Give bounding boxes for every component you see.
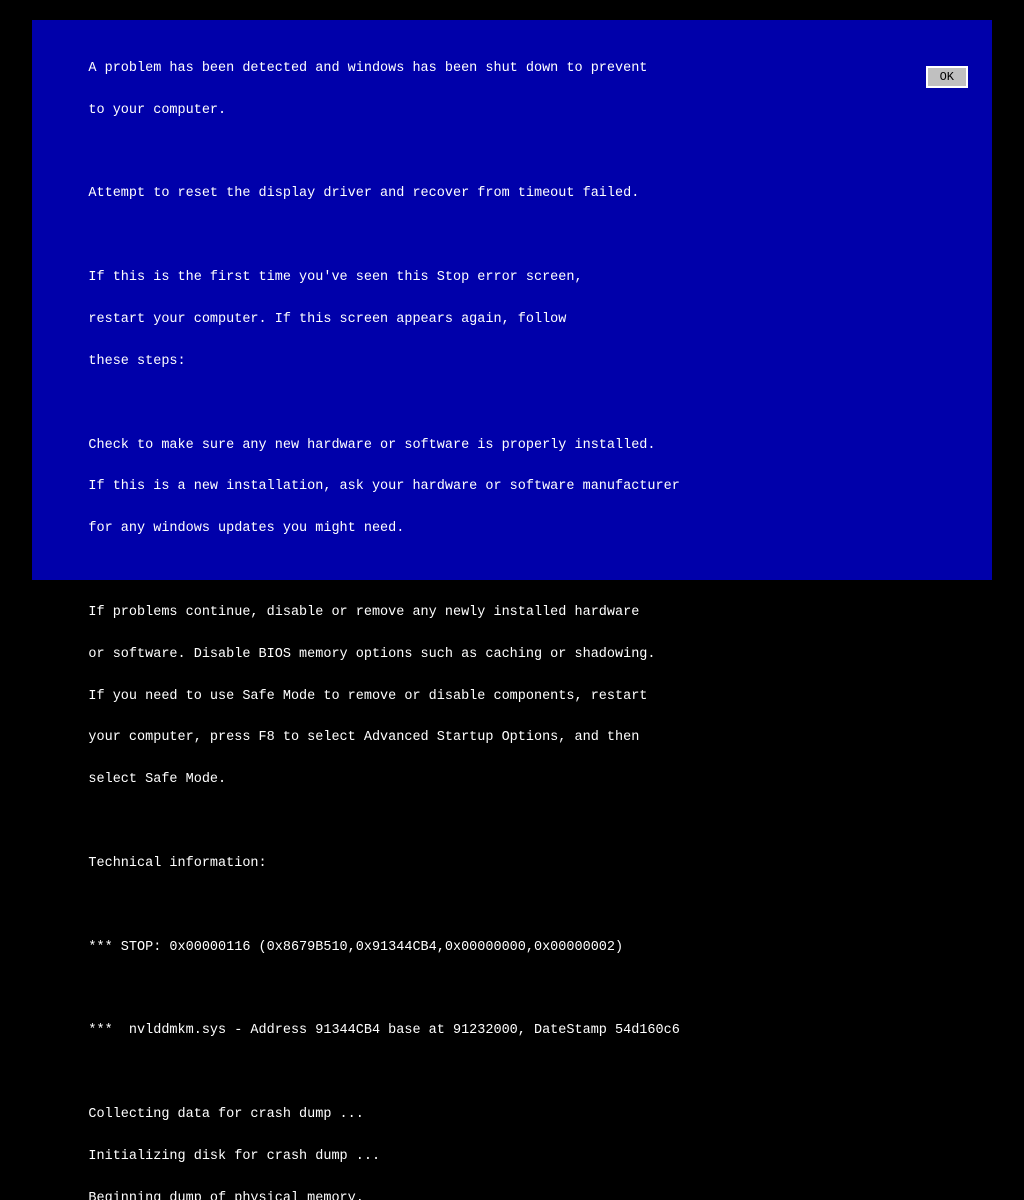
- collect3: Beginning dump of physical memory.: [88, 1191, 363, 1200]
- line2: to your computer.: [88, 103, 226, 118]
- line15: or software. Disable BIOS memory options…: [88, 647, 655, 662]
- line14: If problems continue, disable or remove …: [88, 605, 639, 620]
- line18: select Safe Mode.: [88, 772, 226, 787]
- technical-label: Technical information:: [88, 856, 266, 871]
- line16: If you need to use Safe Mode to remove o…: [88, 689, 647, 704]
- stop-line: *** STOP: 0x00000116 (0x8679B510,0x91344…: [88, 940, 623, 955]
- ok-button[interactable]: OK: [926, 66, 968, 88]
- line17: your computer, press F8 to select Advanc…: [88, 730, 639, 745]
- driver-line: *** nvlddmkm.sys - Address 91344CB4 base…: [88, 1023, 679, 1038]
- line12: for any windows updates you might need.: [88, 521, 404, 536]
- bsod-main-text: A problem has been detected and windows …: [56, 38, 968, 1200]
- line7: restart your computer. If this screen ap…: [88, 312, 566, 327]
- line4: Attempt to reset the display driver and …: [88, 186, 639, 201]
- line10: Check to make sure any new hardware or s…: [88, 438, 655, 453]
- line11: If this is a new installation, ask your …: [88, 479, 679, 494]
- collect1: Collecting data for crash dump ...: [88, 1107, 363, 1122]
- line1: A problem has been detected and windows …: [88, 61, 647, 76]
- collect2: Initializing disk for crash dump ...: [88, 1149, 380, 1164]
- line8: these steps:: [88, 354, 185, 369]
- bsod-screen: OK A problem has been detected and windo…: [32, 20, 992, 580]
- line6: If this is the first time you've seen th…: [88, 270, 582, 285]
